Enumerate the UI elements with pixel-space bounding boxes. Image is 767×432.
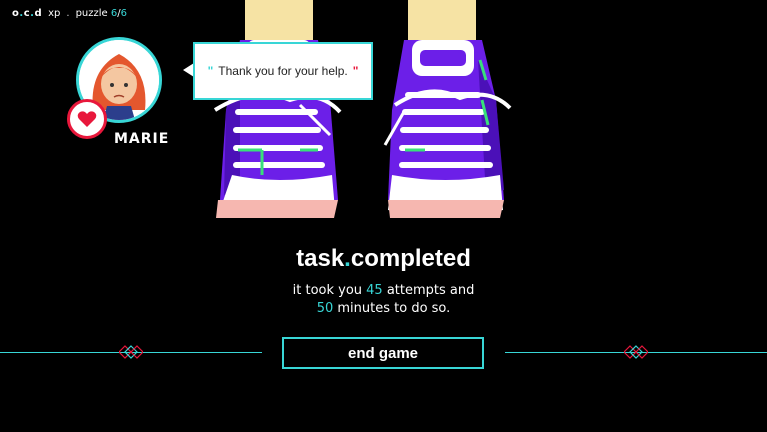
speech-bubble: " Thank you for your help. " [193, 42, 373, 100]
diamond-ornament-left-icon [119, 345, 143, 359]
end-game-button[interactable]: end game [282, 337, 484, 369]
right-shoe [383, 40, 512, 218]
diamond-ornament-right-icon [624, 345, 648, 359]
result-summary: it took you 45 attempts and 50 minutes t… [0, 282, 767, 318]
attempts-line: it took you 45 attempts and [292, 283, 475, 298]
minutes-count: 50 [316, 301, 334, 316]
open-quote-icon: " [207, 64, 214, 78]
attempts-count: 45 [366, 283, 383, 298]
minutes-line: 50 minutes to do so. [316, 301, 451, 316]
close-quote-icon: " [352, 64, 359, 78]
character-name: MARIE [114, 131, 170, 147]
heart-badge [67, 99, 107, 139]
heart-icon [77, 111, 97, 127]
left-leg [245, 0, 313, 40]
result-title: task.completed [296, 245, 471, 272]
dialogue-text: Thank you for your help. [218, 64, 348, 78]
right-leg [408, 0, 476, 40]
